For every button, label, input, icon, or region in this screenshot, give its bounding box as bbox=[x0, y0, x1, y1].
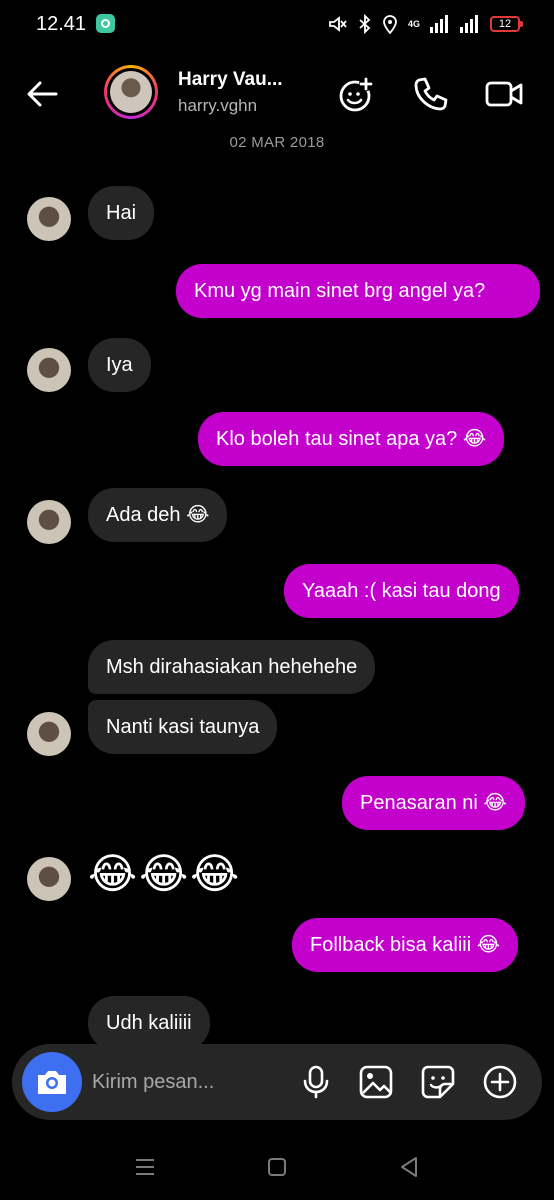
contact-username[interactable]: harry.vghn bbox=[178, 96, 257, 116]
location-icon bbox=[383, 15, 397, 34]
system-navigation-bar bbox=[0, 1130, 554, 1200]
sender-avatar[interactable] bbox=[27, 857, 71, 901]
date-divider: 02 MAR 2018 bbox=[229, 134, 325, 151]
chat-header: Harry Vau... harry.vghn bbox=[0, 56, 554, 132]
message-sent[interactable]: Yaaah :( kasi tau dong bbox=[284, 564, 519, 618]
mute-icon bbox=[329, 16, 347, 32]
nav-menu-icon[interactable] bbox=[130, 1152, 160, 1182]
sticker-icon[interactable] bbox=[420, 1064, 456, 1100]
message-received-emoji[interactable]: 😂😂😂 bbox=[88, 846, 241, 902]
message-received[interactable]: Hai bbox=[88, 186, 155, 240]
sender-avatar[interactable] bbox=[27, 500, 71, 544]
battery-level: 12 bbox=[498, 18, 512, 30]
phone-icon[interactable] bbox=[410, 74, 450, 114]
contact-avatar[interactable] bbox=[104, 65, 158, 119]
message-received[interactable]: Ada deh 😂 bbox=[88, 488, 228, 542]
message-sent[interactable]: Penasaran ni 😂 bbox=[342, 776, 525, 830]
app-notification-icon bbox=[96, 14, 115, 33]
contact-name[interactable]: Harry Vau... bbox=[178, 69, 306, 91]
status-icons: 4G 12 bbox=[326, 12, 523, 36]
network-type-label: 4G bbox=[407, 19, 420, 29]
battery-icon: 12 bbox=[490, 16, 523, 32]
signal-icon-2 bbox=[460, 15, 478, 33]
message-received[interactable]: Msh dirahasiakan hehehehe bbox=[88, 640, 376, 694]
plus-icon[interactable] bbox=[482, 1064, 518, 1100]
nav-back-icon[interactable] bbox=[394, 1152, 424, 1182]
gallery-icon[interactable] bbox=[358, 1064, 394, 1100]
camera-icon bbox=[38, 1071, 66, 1094]
effects-icon[interactable] bbox=[336, 74, 376, 114]
message-received[interactable]: Udh kaliiii bbox=[88, 996, 210, 1050]
nav-home-icon[interactable] bbox=[262, 1152, 292, 1182]
status-bar: 12.41 4G 12 bbox=[0, 0, 554, 50]
camera-button[interactable] bbox=[22, 1052, 82, 1112]
sender-avatar[interactable] bbox=[27, 712, 71, 756]
message-sent[interactable]: Kmu yg main sinet brg angel ya? bbox=[176, 264, 540, 318]
status-time: 12.41 bbox=[36, 13, 87, 35]
sender-avatar[interactable] bbox=[27, 348, 71, 392]
message-input[interactable] bbox=[92, 1068, 282, 1096]
microphone-icon[interactable] bbox=[298, 1064, 334, 1100]
message-received[interactable]: Nanti kasi taunya bbox=[88, 700, 278, 754]
bluetooth-icon bbox=[359, 14, 371, 34]
message-received[interactable]: Iya bbox=[88, 338, 151, 392]
video-camera-icon[interactable] bbox=[484, 74, 524, 114]
back-arrow-icon[interactable] bbox=[22, 74, 62, 114]
signal-icon bbox=[430, 15, 448, 33]
sender-avatar[interactable] bbox=[27, 197, 71, 241]
message-sent[interactable]: Follback bisa kaliii 😂 bbox=[292, 918, 519, 972]
message-sent[interactable]: Klo boleh tau sinet apa ya? 😂 bbox=[198, 412, 505, 466]
message-composer bbox=[12, 1044, 542, 1120]
